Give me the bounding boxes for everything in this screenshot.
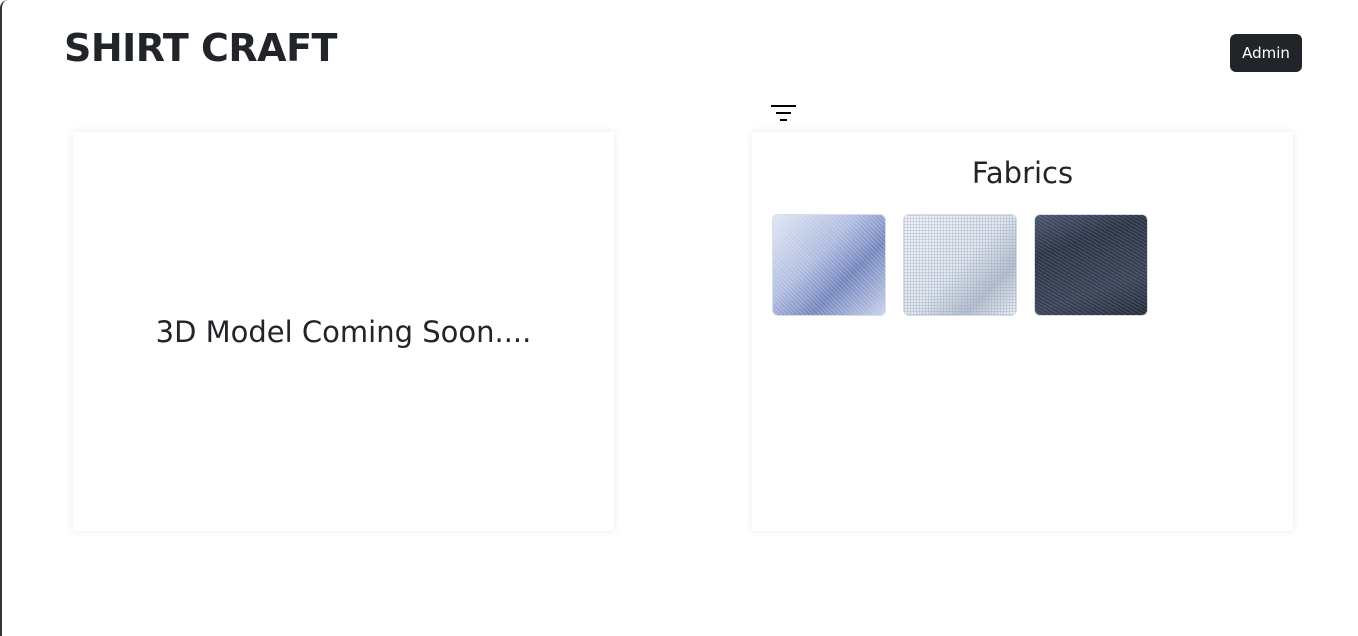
admin-button[interactable]: Admin: [1230, 34, 1302, 72]
filter-icon[interactable]: [771, 104, 797, 122]
fabrics-panel: Fabrics: [752, 132, 1293, 531]
app-title: SHIRT CRAFT: [64, 26, 337, 70]
fabrics-title: Fabrics: [971, 156, 1074, 190]
model-panel: 3D Model Coming Soon....: [73, 132, 614, 531]
fabric-swatch-white[interactable]: [903, 214, 1017, 316]
fabric-list: [772, 214, 1293, 316]
fabric-swatch-navy[interactable]: [1034, 214, 1148, 316]
model-placeholder-text: 3D Model Coming Soon....: [155, 314, 532, 349]
fabric-swatch-light-blue[interactable]: [772, 214, 886, 316]
